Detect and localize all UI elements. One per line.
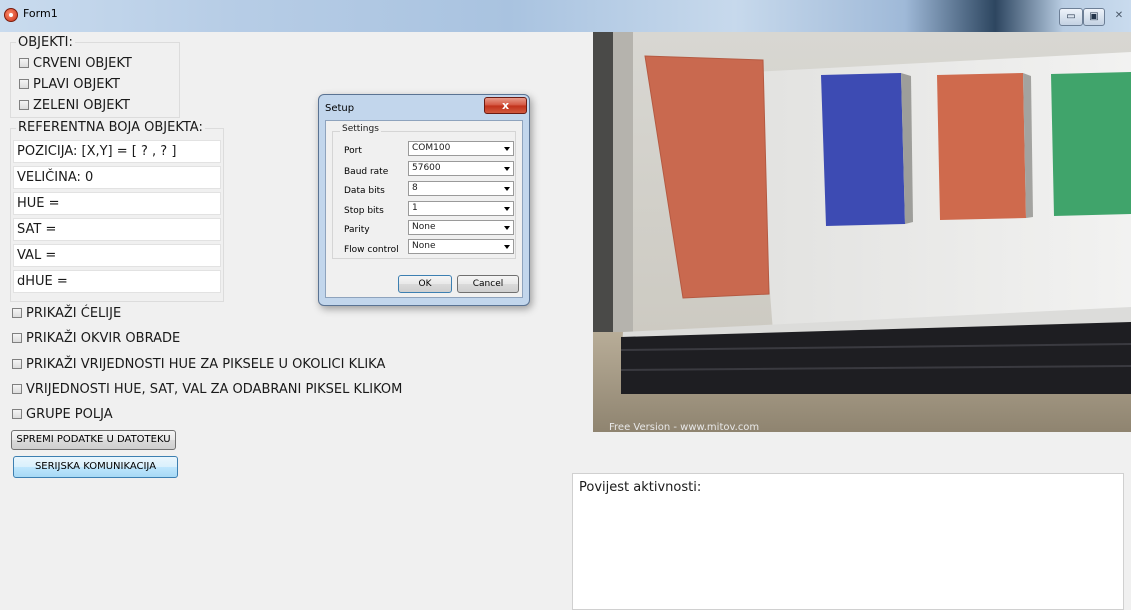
webcam-watermark: Free Version - www.mitov.com	[609, 422, 760, 432]
checkbox-box[interactable]	[12, 359, 22, 369]
velicina-field: VELIČINA: 0	[13, 166, 221, 189]
parity-value: None	[412, 222, 436, 232]
checkbox-label: CRVENI OBJEKT	[33, 56, 132, 71]
checkbox-label: VRIJEDNOSTI HUE, SAT, VAL ZA ODABRANI PI…	[26, 382, 403, 397]
checkbox-prikazi-okvir-obrade[interactable]: PRIKAŽI OKVIR OBRADE	[12, 331, 180, 347]
chevron-down-icon	[504, 245, 510, 249]
setup-dialog-close-button[interactable]: x	[484, 97, 527, 114]
data-bits-value: 8	[412, 183, 418, 193]
baud-rate-label: Baud rate	[344, 167, 389, 177]
chevron-down-icon	[504, 226, 510, 230]
activity-log[interactable]: Povijest aktivnosti:	[572, 473, 1124, 610]
checkbox-crveni-objekt[interactable]: CRVENI OBJEKT	[19, 56, 132, 72]
parity-label: Parity	[344, 225, 370, 235]
val-field: VAL =	[13, 244, 221, 267]
title-bar: Form1 ▭ ▣ ✕	[0, 0, 1131, 32]
checkbox-label: PRIKAŽI ĆELIJE	[26, 306, 122, 321]
sat-field: SAT =	[13, 218, 221, 241]
ok-button[interactable]: OK	[398, 275, 452, 293]
parity-select[interactable]: None	[408, 220, 514, 235]
maximize-button[interactable]: ▣	[1083, 8, 1105, 26]
port-select[interactable]: COM100	[408, 141, 514, 156]
objekti-group-title: OBJEKTI:	[16, 35, 75, 50]
settings-group-title: Settings	[340, 124, 381, 134]
flow-control-select[interactable]: None	[408, 239, 514, 254]
setup-dialog: Setup x Settings Port COM100 Baud rate 5…	[318, 94, 530, 306]
cancel-button[interactable]: Cancel	[457, 275, 519, 293]
checkbox-plavi-objekt[interactable]: PLAVI OBJEKT	[19, 77, 120, 93]
minimize-button[interactable]: ▭	[1059, 8, 1083, 26]
checkbox-prikazi-celije[interactable]: PRIKAŽI ĆELIJE	[12, 306, 121, 322]
checkbox-box[interactable]	[12, 384, 22, 394]
port-value: COM100	[412, 143, 451, 153]
checkbox-box[interactable]	[19, 100, 29, 110]
flow-control-label: Flow control	[344, 245, 399, 255]
hue-field: HUE =	[13, 192, 221, 215]
pozicija-field: POZICIJA: [X,Y] = [ ? , ? ]	[13, 140, 221, 163]
stop-bits-select[interactable]: 1	[408, 201, 514, 216]
checkbox-label: PRIKAŽI VRIJEDNOSTI HUE ZA PIKSELE U OKO…	[26, 357, 386, 372]
port-label: Port	[344, 146, 362, 156]
data-bits-select[interactable]: 8	[408, 181, 514, 196]
chevron-down-icon	[504, 187, 510, 191]
checkbox-label: PLAVI OBJEKT	[33, 77, 120, 92]
setup-dialog-body: Settings Port COM100 Baud rate 57600 Dat…	[325, 120, 523, 298]
checkbox-label: GRUPE POLJA	[26, 407, 113, 422]
checkbox-hue-sat-val-piksel[interactable]: VRIJEDNOSTI HUE, SAT, VAL ZA ODABRANI PI…	[12, 382, 402, 398]
checkbox-box[interactable]	[12, 333, 22, 343]
checkbox-box[interactable]	[12, 308, 22, 318]
checkbox-label: PRIKAŽI OKVIR OBRADE	[26, 331, 181, 346]
checkbox-label: ZELENI OBJEKT	[33, 98, 130, 113]
activity-log-label: Povijest aktivnosti:	[579, 480, 702, 495]
webcam-image	[593, 32, 1131, 432]
chevron-down-icon	[504, 167, 510, 171]
serial-communication-button[interactable]: SERIJSKA KOMUNIKACIJA	[13, 456, 178, 478]
chevron-down-icon	[504, 147, 510, 151]
baud-rate-select[interactable]: 57600	[408, 161, 514, 176]
checkbox-box[interactable]	[19, 79, 29, 89]
flow-control-value: None	[412, 241, 436, 251]
webcam-view[interactable]: Free Version - www.mitov.com	[593, 32, 1131, 432]
setup-dialog-title: Setup	[325, 103, 355, 114]
checkbox-prikazi-hue-okolica[interactable]: PRIKAŽI VRIJEDNOSTI HUE ZA PIKSELE U OKO…	[12, 357, 385, 373]
checkbox-grupe-polja[interactable]: GRUPE POLJA	[12, 407, 113, 423]
data-bits-label: Data bits	[344, 186, 385, 196]
close-button[interactable]: ✕	[1109, 8, 1129, 26]
stop-bits-label: Stop bits	[344, 206, 384, 216]
baud-rate-value: 57600	[412, 163, 441, 173]
save-data-button[interactable]: SPREMI PODATKE U DATOTEKU	[11, 430, 176, 450]
referentna-group-title: REFERENTNA BOJA OBJEKTA:	[16, 120, 205, 135]
checkbox-box[interactable]	[12, 409, 22, 419]
window-title: Form1	[23, 7, 58, 20]
checkbox-zeleni-objekt[interactable]: ZELENI OBJEKT	[19, 98, 130, 114]
chevron-down-icon	[504, 207, 510, 211]
dhue-field: dHUE =	[13, 270, 221, 293]
app-icon	[4, 8, 18, 22]
stop-bits-value: 1	[412, 203, 418, 213]
checkbox-box[interactable]	[19, 58, 29, 68]
